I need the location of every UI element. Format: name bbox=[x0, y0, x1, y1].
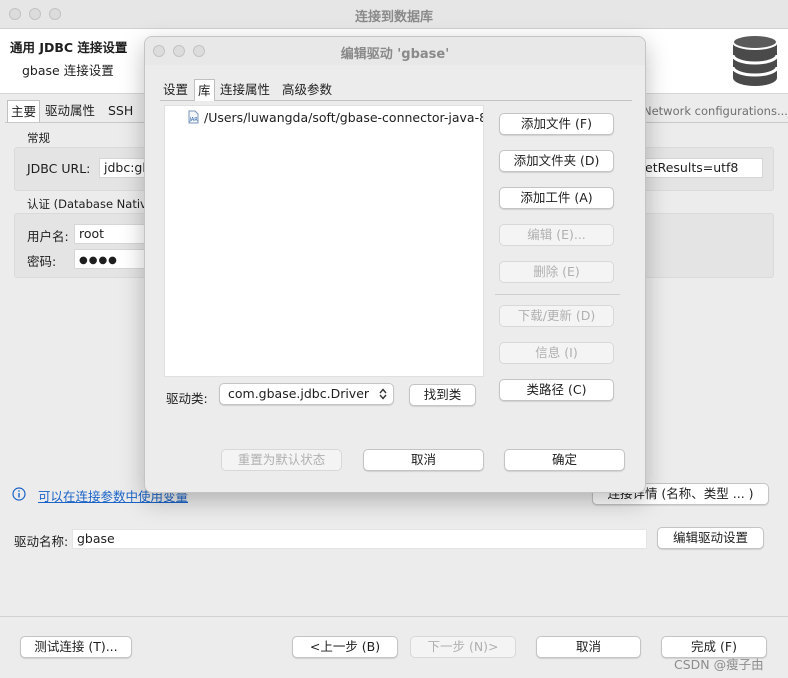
dialog-title: 编辑驱动 'gbase' bbox=[340, 47, 450, 62]
jdbc-url-field[interactable]: jdbc:gb bbox=[99, 158, 149, 178]
password-value: ●●●● bbox=[79, 255, 118, 266]
dialog-cancel-button[interactable]: 取消 bbox=[363, 449, 484, 471]
jdbc-url-value-end: etResults=utf8 bbox=[645, 160, 739, 175]
library-item-path: /Users/luwangda/soft/gbase-connector-jav… bbox=[203, 110, 484, 125]
tab-driver-properties[interactable]: 驱动属性 bbox=[42, 100, 98, 121]
dialog-tab-connection-properties[interactable]: 连接属性 bbox=[217, 79, 273, 100]
password-field[interactable]: ●●●● bbox=[74, 249, 149, 269]
add-folder-button[interactable]: 添加文件夹 (D) bbox=[499, 150, 614, 172]
test-connection-button[interactable]: 测试连接 (T)... bbox=[20, 636, 132, 658]
driver-class-value: com.gbase.jdbc.Driver bbox=[228, 386, 370, 401]
edit-driver-settings-button[interactable]: 编辑驱动设置 bbox=[657, 527, 764, 549]
find-class-button[interactable]: 找到类 bbox=[409, 384, 476, 406]
driver-name-value: gbase bbox=[77, 531, 115, 546]
side-buttons-divider bbox=[495, 294, 620, 295]
reset-defaults-button[interactable]: 重置为默认状态 bbox=[221, 449, 342, 471]
info-button[interactable]: 信息 (I) bbox=[499, 342, 614, 364]
classpath-button[interactable]: 类路径 (C) bbox=[499, 379, 614, 401]
delete-library-button[interactable]: 删除 (E) bbox=[499, 261, 614, 283]
username-field[interactable]: root bbox=[74, 224, 149, 244]
edit-library-button[interactable]: 编辑 (E)... bbox=[499, 224, 614, 246]
library-list[interactable]: JAR /Users/luwangda/soft/gbase-connector… bbox=[164, 105, 484, 377]
select-updown-icon bbox=[379, 388, 387, 400]
add-file-button[interactable]: 添加文件 (F) bbox=[499, 113, 614, 135]
jdbc-url-label: JDBC URL: bbox=[27, 161, 91, 176]
svg-text:JAR: JAR bbox=[189, 117, 199, 123]
add-artifact-button[interactable]: 添加工件 (A) bbox=[499, 187, 614, 209]
list-item[interactable]: JAR /Users/luwangda/soft/gbase-connector… bbox=[187, 110, 484, 125]
username-value: root bbox=[79, 226, 105, 241]
info-icon bbox=[12, 487, 26, 501]
tab-ssh[interactable]: SSH bbox=[105, 100, 136, 121]
dialog-tab-advanced-parameters[interactable]: 高级参数 bbox=[279, 79, 335, 100]
main-window-titlebar: 连接到数据库 bbox=[0, 0, 788, 29]
header-subtitle: gbase 连接设置 bbox=[22, 63, 114, 78]
jdbc-url-field-tail[interactable]: etResults=utf8 bbox=[640, 158, 763, 178]
window-title: 连接到数据库 bbox=[354, 10, 433, 25]
driver-class-label: 驱动类: bbox=[166, 391, 208, 406]
back-button[interactable]: <上一步 (B) bbox=[292, 636, 398, 658]
database-icon bbox=[731, 34, 779, 86]
jdbc-url-value-start: jdbc:gb bbox=[104, 160, 149, 175]
main-cancel-button[interactable]: 取消 bbox=[536, 636, 641, 658]
dialog-titlebar: 编辑驱动 'gbase' bbox=[145, 37, 645, 65]
jar-file-icon: JAR bbox=[188, 110, 199, 124]
edit-driver-dialog: 编辑驱动 'gbase' 设置 库 连接属性 高级参数 JAR /Users/l… bbox=[144, 36, 646, 493]
dialog-tab-settings[interactable]: 设置 bbox=[160, 79, 191, 100]
next-button[interactable]: 下一步 (N)> bbox=[410, 636, 516, 658]
driver-class-select[interactable]: com.gbase.jdbc.Driver bbox=[219, 383, 394, 405]
download-update-button[interactable]: 下载/更新 (D) bbox=[499, 305, 614, 327]
section-auth-label: 认证 (Database Native) bbox=[27, 197, 159, 211]
username-label: 用户名: bbox=[27, 229, 69, 244]
section-general-label: 常规 bbox=[27, 131, 50, 145]
dialog-tabbar: 设置 库 连接属性 高级参数 bbox=[160, 79, 632, 101]
header-title: 通用 JDBC 连接设置 bbox=[10, 40, 128, 55]
watermark: CSDN @瘦子由 bbox=[674, 657, 764, 672]
dialog-tab-libraries[interactable]: 库 bbox=[194, 79, 215, 101]
dialog-ok-button[interactable]: 确定 bbox=[504, 449, 625, 471]
footer-divider bbox=[0, 616, 788, 617]
password-label: 密码: bbox=[27, 254, 57, 269]
tab-main[interactable]: 主要 bbox=[7, 100, 41, 122]
driver-name-label: 驱动名称: bbox=[14, 534, 69, 549]
driver-name-field[interactable]: gbase bbox=[72, 529, 647, 549]
network-configurations-link[interactable]: Network configurations... bbox=[643, 104, 788, 118]
